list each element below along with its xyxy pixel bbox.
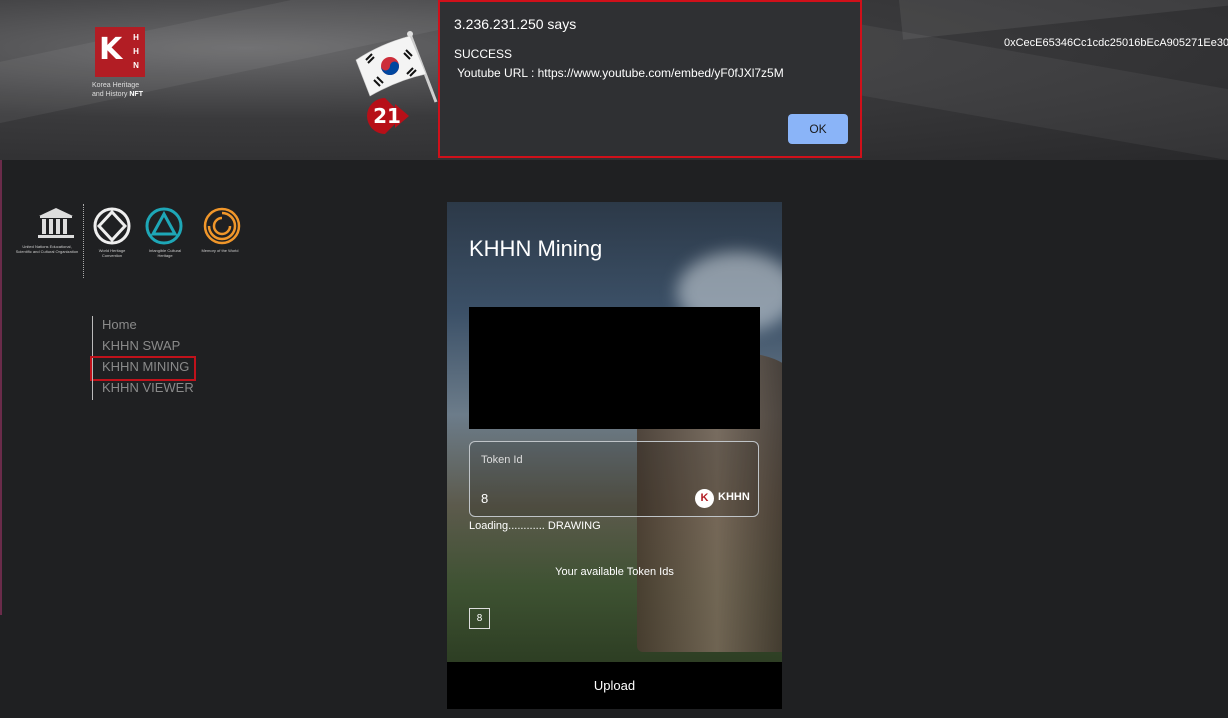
alert-dialog: 3.236.231.250 says SUCCESS Youtube URL :…	[438, 0, 862, 158]
world-heritage-caption: World Heritage Convention	[98, 248, 126, 258]
dialog-message-line1: SUCCESS	[454, 47, 513, 61]
brand-caption-line2: and History	[92, 91, 128, 98]
step-badge: 21	[373, 104, 401, 128]
brand-logo-letter: K	[99, 32, 123, 67]
left-edge-divider	[0, 160, 2, 615]
memory-of-world-icon	[203, 207, 241, 245]
intangible-heritage-icon	[145, 207, 183, 245]
intangible-heritage-caption: Intangible Cultural Heritage	[148, 248, 182, 258]
heritage-logos: United Nations Educational, Scientific a…	[14, 202, 244, 282]
card-title: KHHN Mining	[469, 236, 603, 261]
wallet-address: 0xCecE65346Cc1cdc25016bEcA905271Ee30	[1004, 37, 1228, 49]
world-heritage-icon	[93, 207, 131, 245]
side-nav: Home KHHN SWAP KHHN MINING KHHN VIEWER	[90, 316, 196, 400]
brand-caption-line1: Korea Heritage	[92, 82, 140, 89]
khhn-brand-logo[interactable]: K H H N	[95, 27, 145, 77]
token-id-field[interactable]: Token Id 8 K KHHN	[469, 441, 759, 517]
nav-item-khhn-swap[interactable]: KHHN SWAP	[92, 337, 194, 358]
upload-button[interactable]: Upload	[447, 662, 782, 709]
nav-item-khhn-mining[interactable]: KHHN MINING	[90, 356, 196, 381]
brand-logo-side-3: N	[133, 61, 139, 70]
available-token-ids-title: Your available Token Ids	[555, 566, 674, 578]
unesco-temple-icon	[38, 208, 74, 238]
korea-flag-icon	[355, 31, 438, 103]
logo-divider	[83, 204, 85, 278]
nav-item-home[interactable]: Home	[92, 316, 194, 337]
brand-caption-bold: NFT	[129, 91, 143, 98]
khhn-coin-label: KHHN	[718, 491, 750, 503]
unesco-caption: United Nations Educational, Scientific a…	[15, 244, 79, 254]
token-id-chip[interactable]: 8	[469, 608, 490, 629]
brand-logo-side-2: H	[133, 47, 139, 56]
video-player[interactable]	[469, 307, 760, 429]
memory-of-world-caption: Memory of the World	[201, 248, 239, 253]
brand-caption: Korea Heritage and History NFT	[92, 81, 162, 99]
nav-item-khhn-viewer[interactable]: KHHN VIEWER	[92, 379, 194, 400]
brand-logo-side-1: H	[133, 33, 139, 42]
khhn-coin-icon: K	[695, 489, 714, 508]
mining-card: KHHN Mining Token Id 8 K KHHN Loading...…	[447, 202, 782, 709]
dialog-title: 3.236.231.250 says	[454, 16, 577, 32]
token-id-label: Token Id	[481, 454, 523, 466]
token-id-value[interactable]: 8	[481, 491, 488, 506]
dialog-message: SUCCESS Youtube URL : https://www.youtub…	[454, 45, 784, 83]
loading-status: Loading............ DRAWING	[469, 520, 601, 532]
dialog-message-line2: Youtube URL : https://www.youtube.com/em…	[454, 66, 784, 80]
ok-button[interactable]: OK	[788, 114, 848, 144]
